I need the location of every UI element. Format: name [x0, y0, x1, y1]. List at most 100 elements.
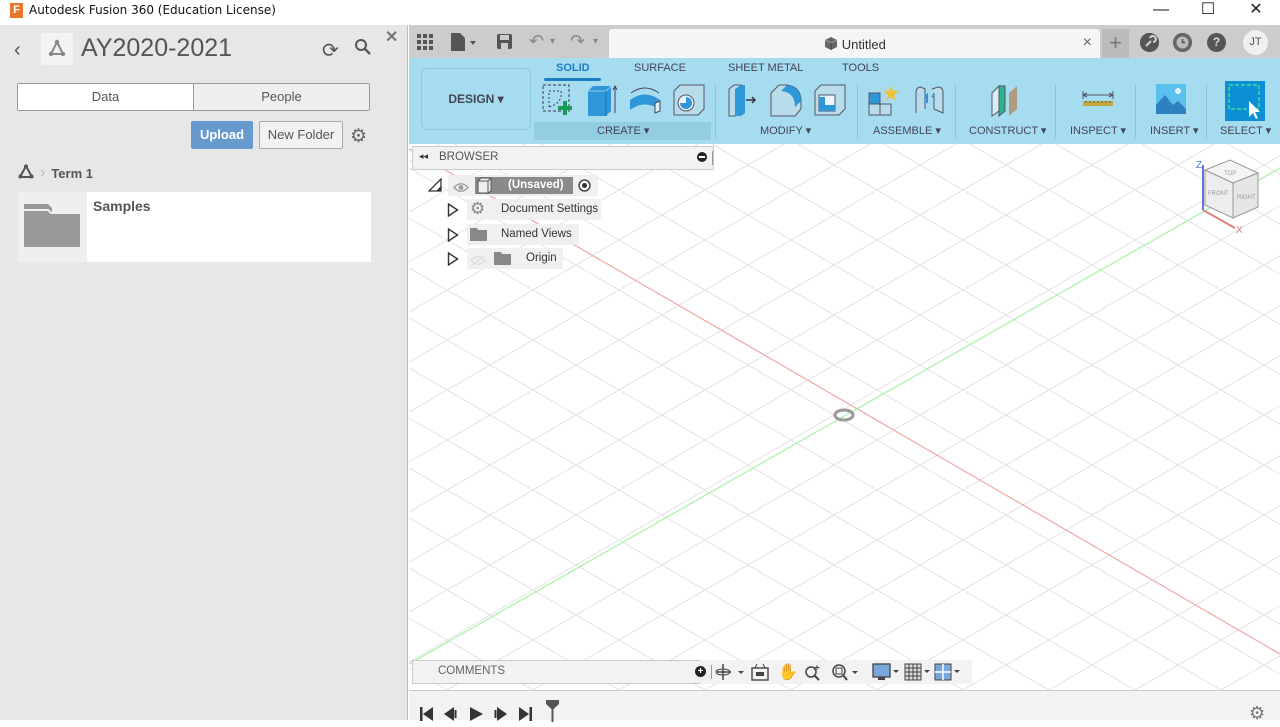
add-comment-icon[interactable]: + — [695, 666, 706, 677]
browser-root-node[interactable]: (Unsaved) — [448, 175, 598, 196]
close-window-button[interactable]: ✕ — [1233, 0, 1279, 22]
hole-icon[interactable] — [672, 83, 705, 117]
group-separator — [955, 84, 956, 138]
expand-icon[interactable] — [447, 202, 459, 222]
insert-menu[interactable]: INSERT ▾ — [1150, 124, 1199, 137]
timeline-settings-gear-icon[interactable]: ⚙ — [1249, 703, 1265, 724]
measure-icon[interactable] — [1081, 83, 1114, 117]
undo-icon[interactable]: ↶ — [529, 25, 544, 58]
user-avatar[interactable]: JT — [1243, 30, 1268, 55]
play-icon[interactable] — [470, 707, 483, 726]
extrude-icon[interactable] — [585, 83, 618, 117]
gear-icon: ⚙ — [470, 199, 486, 218]
item-label: Document Settings — [501, 203, 599, 215]
group-separator — [1206, 84, 1207, 138]
tab-surface[interactable]: SURFACE — [634, 62, 686, 74]
browser-item-origin[interactable]: Origin — [467, 248, 563, 269]
data-panel-grid-icon[interactable] — [417, 25, 433, 58]
tab-solid[interactable]: SOLID — [556, 62, 590, 74]
grid-settings-icon[interactable] — [904, 663, 932, 686]
close-tab-icon[interactable]: × — [1083, 34, 1092, 52]
folder-name: Samples — [93, 198, 151, 214]
timeline-marker[interactable] — [546, 700, 559, 727]
collapse-browser-icon[interactable]: ◂◂ — [419, 151, 428, 162]
go-to-start-icon[interactable] — [420, 707, 433, 726]
tab-people[interactable]: People — [194, 84, 369, 110]
offset-plane-icon[interactable] — [989, 83, 1021, 118]
fillet-icon[interactable] — [769, 83, 802, 117]
revolve-icon[interactable] — [627, 83, 661, 117]
go-to-end-icon[interactable] — [519, 707, 532, 726]
browser-item-document-settings[interactable]: ⚙ Document Settings — [467, 199, 601, 220]
viewports-icon[interactable] — [934, 663, 962, 686]
shell-icon[interactable] — [813, 83, 846, 117]
minimize-button[interactable]: — — [1138, 0, 1184, 22]
orbit-icon[interactable] — [714, 663, 744, 686]
create-menu[interactable]: CREATE ▾ — [597, 124, 649, 137]
construct-menu[interactable]: CONSTRUCT ▾ — [969, 124, 1046, 137]
group-separator — [715, 84, 716, 138]
display-settings-icon[interactable] — [872, 663, 900, 686]
minimize-browser-icon[interactable] — [697, 152, 707, 162]
fit-icon[interactable] — [831, 663, 859, 686]
redo-dropdown-icon[interactable]: ▾ — [593, 25, 598, 58]
new-tab-button[interactable]: + — [1102, 29, 1129, 58]
save-icon[interactable] — [497, 25, 512, 58]
axis-z-label: Z — [1196, 160, 1202, 171]
inspect-menu[interactable]: INSPECT ▾ — [1070, 124, 1126, 137]
select-menu[interactable]: SELECT ▾ — [1220, 124, 1271, 137]
activate-radio-icon[interactable] — [578, 179, 591, 200]
insert-image-icon[interactable] — [1155, 83, 1187, 117]
timeline: ⚙ — [409, 690, 1280, 723]
face-front-label: FRONT — [1208, 191, 1229, 197]
create-sketch-icon[interactable] — [541, 83, 573, 117]
resize-handle[interactable] — [712, 151, 713, 165]
gear-icon[interactable]: ⚙ — [350, 125, 367, 148]
undo-dropdown-icon[interactable]: ▾ — [550, 25, 555, 58]
expand-icon[interactable] — [447, 251, 459, 271]
navigation-bar: + ✋ — [695, 660, 972, 686]
new-component-icon[interactable] — [867, 83, 899, 117]
document-tab[interactable]: Untitled × — [609, 29, 1100, 58]
back-button[interactable]: ‹ — [14, 39, 21, 62]
folder-icon — [18, 192, 87, 262]
help-icon[interactable]: ? — [1207, 33, 1226, 52]
step-back-icon[interactable] — [444, 707, 457, 726]
press-pull-icon[interactable] — [727, 83, 759, 117]
folder-icon — [494, 252, 511, 273]
workspace-switcher[interactable]: DESIGN ▾ — [421, 68, 531, 130]
recent-notifications-icon[interactable] — [1173, 33, 1192, 52]
refresh-icon[interactable]: ⟳ — [322, 38, 339, 63]
zoom-icon[interactable] — [804, 663, 822, 686]
expand-icon[interactable] — [447, 227, 459, 247]
hub-icon[interactable] — [18, 163, 34, 182]
root-collapse-icon[interactable] — [427, 177, 442, 197]
visibility-eye-icon[interactable] — [453, 180, 469, 201]
close-panel-icon[interactable]: ✕ — [385, 27, 398, 47]
pan-hand-icon[interactable]: ✋ — [778, 662, 798, 682]
maximize-button[interactable]: ☐ — [1185, 0, 1231, 22]
tab-tools[interactable]: TOOLS — [842, 62, 879, 74]
view-cube[interactable]: Z X TOP FRONT RIGHT — [1190, 155, 1265, 236]
look-at-icon[interactable] — [751, 663, 769, 686]
group-separator — [1055, 84, 1056, 138]
assemble-menu[interactable]: ASSEMBLE ▾ — [873, 124, 941, 137]
tab-data[interactable]: Data — [18, 84, 194, 110]
job-status-icon[interactable] — [1140, 33, 1159, 52]
hidden-eye-icon[interactable] — [470, 253, 486, 274]
folder-item[interactable]: Samples — [18, 192, 371, 262]
step-forward-icon[interactable] — [494, 707, 507, 726]
modify-menu[interactable]: MODIFY ▾ — [760, 124, 811, 137]
joint-icon[interactable] — [912, 83, 944, 117]
root-label: (Unsaved) — [508, 179, 564, 191]
upload-button[interactable]: Upload — [191, 121, 253, 149]
file-menu-icon[interactable] — [451, 25, 477, 58]
browser-title: BROWSER — [439, 151, 499, 163]
new-folder-button[interactable]: New Folder — [259, 121, 343, 149]
select-icon[interactable] — [1225, 81, 1265, 121]
tab-sheet-metal[interactable]: SHEET METAL — [728, 62, 803, 74]
item-label: Named Views — [501, 228, 572, 240]
browser-item-named-views[interactable]: Named Views — [467, 224, 579, 245]
search-icon[interactable] — [354, 38, 372, 61]
redo-icon[interactable]: ↷ — [570, 25, 585, 58]
